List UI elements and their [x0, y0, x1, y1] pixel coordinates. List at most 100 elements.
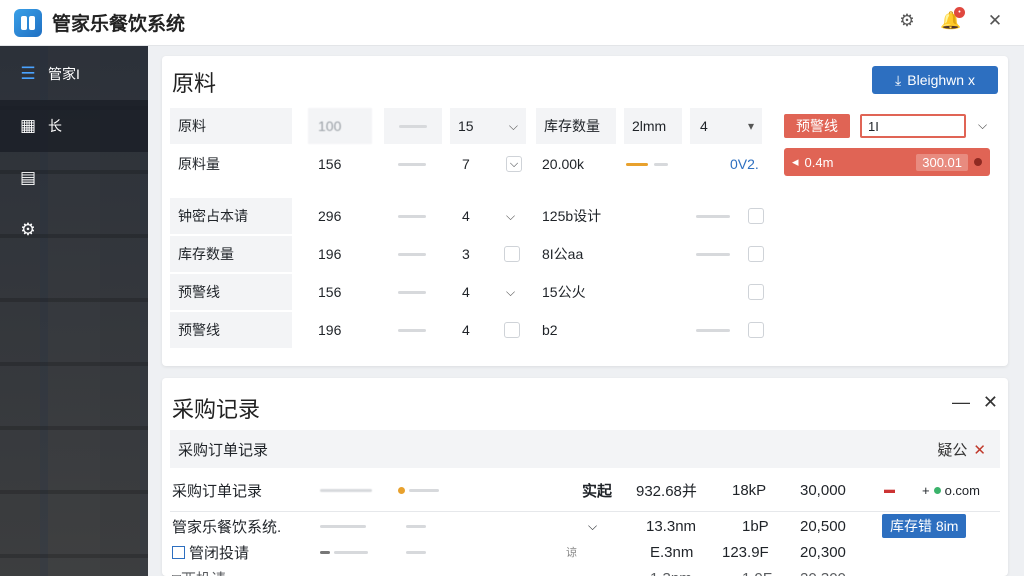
row-label: 原料量 — [178, 156, 220, 172]
sidebar-item-settings[interactable]: ⚙ — [0, 204, 148, 256]
row-value: 4 — [462, 322, 470, 338]
grid-icon: ▦ — [19, 116, 37, 135]
row-label: 采购订单记录 — [172, 482, 263, 500]
close-icon[interactable]: ✕ — [984, 10, 1006, 32]
app-logo — [14, 8, 42, 37]
panel-title: 原料 — [172, 71, 217, 96]
warning-alert-bar[interactable]: ◂ 0.4m 300.01 — [784, 148, 990, 176]
warning-line-tag: 预警线 — [784, 114, 850, 138]
document-icon: ▤ — [19, 168, 37, 187]
table-header: 原料 100 15 ⌵ 库存数量 2lmm 4 ▾ — [170, 108, 770, 144]
primary-action-button[interactable]: ⤓ Bleighwn x — [872, 66, 998, 94]
row-label: □西投请 — [172, 564, 226, 576]
row-value: 谅 — [566, 547, 577, 559]
primary-action-label: Bleighwn x — [907, 72, 975, 88]
chevron-down-icon: ⌵ — [508, 118, 518, 133]
row-value: 1.3nm — [650, 564, 692, 576]
row-value: 156 — [318, 156, 342, 172]
bell-icon[interactable]: 🔔 • — [940, 7, 965, 32]
header-cell: 100 — [308, 108, 372, 144]
gear-icon[interactable]: ⚙ — [896, 10, 918, 32]
sidebar-item-label: 长 — [48, 118, 62, 134]
row-value: 7 — [462, 156, 470, 172]
table-row: 预警线 156 4 ⌵ 15公火 — [170, 274, 770, 310]
row-label: 预警线 — [170, 312, 292, 348]
menu-icon: ☰ — [20, 64, 36, 83]
row-checkbox[interactable] — [748, 236, 764, 272]
row-value: 20,300 — [800, 543, 846, 561]
settings-cycle-icon: ⚙ — [20, 220, 36, 239]
row-value: 0V2. — [730, 156, 759, 172]
alert-value: 300.01 — [916, 153, 968, 171]
arrow-left-icon: ◂ — [792, 154, 799, 169]
sidebar-item-grid[interactable]: ▦ 长 — [0, 100, 148, 152]
row-value: 3 — [462, 246, 470, 262]
row-select[interactable]: ⌵ — [506, 198, 515, 234]
row-value: 实起 — [582, 482, 613, 500]
subheader-label: 采购订单记录 — [178, 441, 269, 459]
row-value: 30,000 — [800, 481, 846, 499]
row-value: 20.00k — [542, 156, 585, 172]
row-value: 1bP — [742, 517, 769, 535]
row-value: E.3nm — [650, 543, 694, 561]
close-icon: ✕ — [973, 441, 986, 459]
chevron-down-icon[interactable]: ⌵ — [978, 118, 987, 133]
purchase-records-panel: 采购记录 — ✕ 采购订单记录 疑公 ✕ 采购订单记录 实起 932.68并 18… — [162, 378, 1008, 576]
row-value: b2 — [542, 322, 558, 338]
sidebar: ☰ 管家I ▦ 长 ▤ ⚙ — [0, 46, 148, 576]
row-label: 库存数量 — [170, 236, 292, 272]
table-row[interactable]: 管闭投请 谅 E.3nm 123.9F 20,300 — [170, 538, 1000, 566]
header-select[interactable]: 15 ⌵ — [450, 108, 526, 144]
table-row[interactable]: 采购订单记录 实起 932.68并 18kP 30,000 ▬ + o.com — [170, 476, 1000, 504]
table-row[interactable]: □西投请 1.3nm 1.9F 20,300 — [170, 564, 1000, 576]
row-label: 管闭投请 — [172, 538, 249, 566]
header-cell: 库存数量 — [536, 108, 616, 144]
row-checkbox[interactable] — [748, 198, 764, 234]
row-label: 预警线 — [170, 274, 292, 310]
row-checkbox[interactable] — [748, 312, 764, 348]
row-checkbox[interactable] — [504, 236, 520, 272]
notification-badge: • — [954, 7, 965, 18]
row-value: 4 — [462, 284, 470, 300]
row-label: 钟密占本请 — [170, 198, 292, 234]
row-checkbox[interactable] — [748, 274, 764, 310]
header-cell: 原料 — [170, 108, 292, 144]
checkbox[interactable] — [172, 545, 185, 559]
alert-label: 0.4m — [804, 154, 834, 170]
records-subheader: 采购订单记录 疑公 ✕ — [170, 430, 1000, 468]
table-row: 预警线 196 4 b2 — [170, 312, 770, 348]
header-cell — [384, 108, 442, 144]
row-value: 296 — [318, 208, 342, 224]
header-select[interactable]: 4 ▾ — [690, 108, 762, 144]
row-select[interactable]: ⌵ — [506, 146, 522, 182]
stock-error-badge[interactable]: 库存错 8im — [882, 512, 967, 540]
row-value: 125b设计 — [542, 208, 602, 224]
sidebar-item-document[interactable]: ▤ — [0, 152, 148, 204]
row-checkbox[interactable] — [504, 312, 520, 348]
sidebar-item-home[interactable]: ☰ 管家I — [0, 48, 148, 100]
row-value: 196 — [318, 246, 342, 262]
chevron-down-icon[interactable]: ⌵ — [588, 512, 597, 540]
row-value: 8I公aa — [542, 246, 584, 262]
row-value: 4 — [462, 208, 470, 224]
header-cell: 2lmm — [624, 108, 682, 144]
close-icon[interactable]: ✕ — [983, 392, 998, 413]
warning-threshold-input[interactable]: 1I — [860, 114, 966, 138]
table-row[interactable]: 管家乐餐饮系统. ⌵ 13.3nm 1bP 20,500 库存错 8im — [170, 511, 1000, 539]
row-value: 156 — [318, 284, 342, 300]
row-select[interactable]: ⌵ — [506, 274, 515, 310]
title-bar: 管家乐餐饮系统 ⚙ 🔔 • ✕ — [0, 0, 1024, 46]
row-value: 196 — [318, 322, 342, 338]
row-value: 20,500 — [800, 517, 846, 535]
row-value: 15公火 — [542, 284, 586, 300]
upload-icon: ⤓ — [895, 71, 902, 88]
subheader-action[interactable]: 疑公 ✕ — [937, 439, 986, 460]
sidebar-item-label: 管家I — [48, 66, 80, 82]
row-value: o.com — [944, 482, 980, 498]
row-value: 20,300 — [800, 564, 846, 576]
row-value: 123.9F — [722, 543, 769, 561]
row-value: 932.68并 — [636, 482, 697, 500]
materials-panel: 原料 ⤓ Bleighwn x 原料 100 15 ⌵ 库存数量 2lmm 4 ▾ … — [162, 56, 1008, 366]
minimize-icon[interactable]: — — [952, 392, 970, 413]
status-dot-icon — [974, 158, 982, 166]
